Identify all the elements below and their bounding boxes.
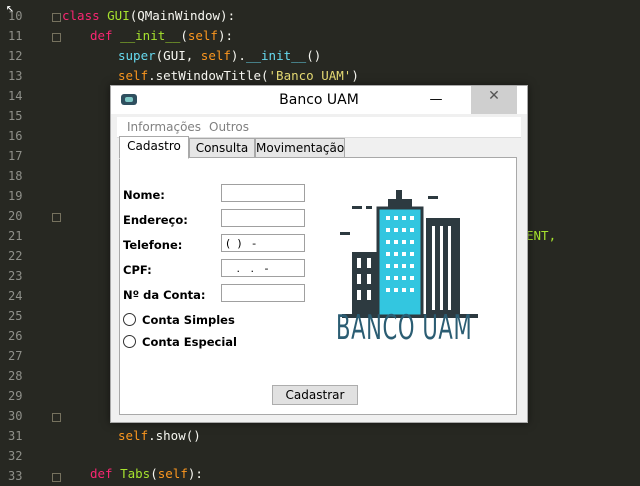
cadastrar-button[interactable]: Cadastrar	[272, 385, 358, 405]
line-number: 23	[8, 269, 23, 283]
tab-cadastro[interactable]: Cadastro	[119, 136, 189, 159]
menu-bar: Informações Outros	[117, 117, 521, 138]
endereco-label: Endereço:	[123, 213, 188, 227]
window-title: Banco UAM	[279, 92, 359, 108]
fold-icon[interactable]	[52, 33, 61, 42]
line-number: 29	[8, 389, 23, 403]
tab-consulta[interactable]: Consulta	[189, 138, 255, 158]
line-number: 18	[8, 169, 23, 183]
radio-conta-especial-label[interactable]: Conta Especial	[142, 335, 237, 349]
banco-uam-window[interactable]: Banco UAM — ✕ Informações Outros Cadastr…	[110, 85, 528, 423]
code-line-10: class GUI(QMainWindow):	[62, 8, 236, 23]
telefone-label: Telefone:	[123, 238, 183, 252]
line-number: 32	[8, 449, 23, 463]
line-number: 19	[8, 189, 23, 203]
conta-field[interactable]	[221, 284, 305, 302]
line-number: 25	[8, 309, 23, 323]
line-number: 27	[8, 349, 23, 363]
cadastro-pane: Nome: Endereço: Telefone: ( ) - CPF: . .…	[119, 157, 517, 415]
fold-icon[interactable]	[52, 13, 61, 22]
line-number: 15	[8, 109, 23, 123]
line-number: 33	[8, 469, 23, 483]
code-line-13: self.setWindowTitle('Banco UAM')	[118, 68, 359, 83]
tab-movimentacao[interactable]: Movimentação	[255, 138, 345, 158]
line-number: 16	[8, 129, 23, 143]
telefone-field[interactable]: ( ) -	[221, 234, 305, 252]
menu-informacoes[interactable]: Informações	[127, 117, 201, 137]
line-number: 31	[8, 429, 23, 443]
cpf-field[interactable]: . . -	[221, 259, 305, 277]
line-number: 20	[8, 209, 23, 223]
code-line-21-tail: ENT,	[526, 228, 557, 243]
nome-field[interactable]	[221, 184, 305, 202]
line-number: 11	[8, 29, 23, 43]
radio-conta-especial[interactable]	[123, 335, 136, 348]
code-line-31: self.show()	[118, 428, 201, 443]
line-number: 10	[8, 9, 23, 23]
line-number: 13	[8, 69, 23, 83]
menu-outros[interactable]: Outros	[209, 117, 249, 137]
radio-conta-simples-label[interactable]: Conta Simples	[142, 313, 235, 327]
line-number: 24	[8, 289, 23, 303]
cpf-label: CPF:	[123, 263, 152, 277]
minimize-button[interactable]: —	[423, 88, 449, 112]
endereco-field[interactable]	[221, 209, 305, 227]
radio-conta-simples[interactable]	[123, 313, 136, 326]
line-number: 30	[8, 409, 23, 423]
fold-icon[interactable]	[52, 473, 61, 482]
code-line-33: def Tabs(self):	[90, 466, 203, 481]
logo-text: BANCO UAM	[336, 308, 473, 348]
fold-icon[interactable]	[52, 213, 61, 222]
line-number: 28	[8, 369, 23, 383]
close-button[interactable]: ✕	[471, 86, 517, 114]
title-bar[interactable]: Banco UAM — ✕	[111, 86, 527, 114]
fold-icon[interactable]	[52, 413, 61, 422]
line-number: 22	[8, 249, 23, 263]
line-number: 26	[8, 329, 23, 343]
conta-label: Nº da Conta:	[123, 288, 206, 302]
code-line-11: def __init__(self):	[90, 28, 234, 43]
line-number: 17	[8, 149, 23, 163]
code-line-12: super(GUI, self).__init__()	[118, 48, 322, 63]
line-number: 21	[8, 229, 23, 243]
nome-label: Nome:	[123, 188, 165, 202]
line-number: 12	[8, 49, 23, 63]
line-number: 14	[8, 89, 23, 103]
